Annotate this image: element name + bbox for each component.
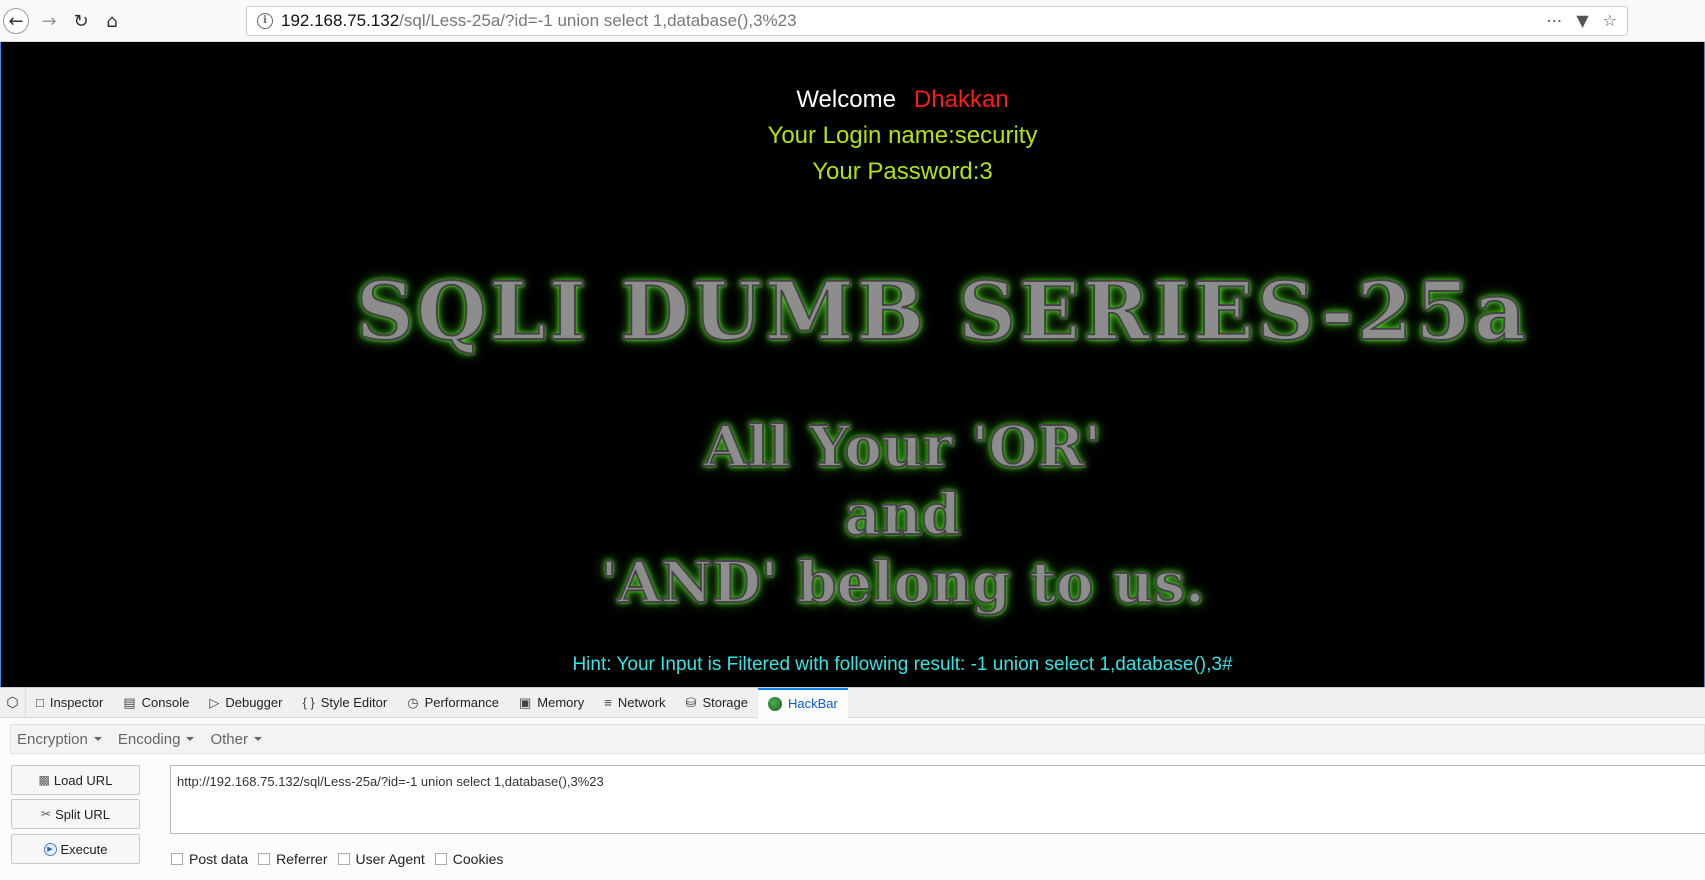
menu-label: Encoding xyxy=(117,730,181,748)
load-url-icon: ▩ xyxy=(38,773,50,787)
button-label: Execute xyxy=(60,841,108,857)
tab-label: Style Editor xyxy=(320,695,388,710)
cookies-checkbox[interactable] xyxy=(434,853,447,865)
option-label: Referrer xyxy=(276,851,328,867)
devtools-panel: ⬡ □ Inspector ▤ Console ▷ Debugger { } Style… xyxy=(0,687,1705,880)
memory-icon: ▣ xyxy=(519,694,532,710)
inspector-icon: □ xyxy=(36,695,44,710)
console-icon: ▤ xyxy=(123,694,136,710)
tab-memory[interactable]: ▣ Memory xyxy=(509,688,594,718)
password-text: Your Password:3 xyxy=(812,158,993,185)
tab-inspector[interactable]: □ Inspector xyxy=(26,688,113,718)
caret-down-icon xyxy=(186,737,195,741)
debugger-icon: ▷ xyxy=(209,694,220,710)
url-host: 192.168.75.132 xyxy=(281,11,400,30)
tab-label: Inspector xyxy=(49,695,104,710)
back-arrow-icon[interactable]: ← xyxy=(3,8,29,34)
option-label: Post data xyxy=(189,851,249,867)
execute-button[interactable]: ▶ Execute xyxy=(11,834,140,864)
performance-icon: ◷ xyxy=(407,694,419,710)
slogan-line-1: All Your 'OR' xyxy=(703,413,1102,481)
ellipsis-icon[interactable]: ⋯ xyxy=(1546,11,1562,30)
cookies-option[interactable]: Cookies xyxy=(434,851,504,867)
welcome-text: Welcome xyxy=(796,86,896,113)
menu-encryption[interactable]: Encryption xyxy=(11,731,108,748)
split-url-button[interactable]: ✂ Split URL xyxy=(11,799,140,829)
caret-down-icon xyxy=(253,737,262,741)
hackbar-options: Post data Referrer User Agent Cookies xyxy=(171,851,513,867)
tab-label: Console xyxy=(141,695,190,710)
series-title: SQLI DUMB SERIES-25a xyxy=(355,263,1529,359)
page-viewport: Welcome Dhakkan Your Login name:security … xyxy=(0,42,1705,687)
devtools-tabs: ⬡ □ Inspector ▤ Console ▷ Debugger { } Style… xyxy=(0,687,1705,718)
slogan-line-2: and xyxy=(843,481,961,549)
network-icon: ≡ xyxy=(604,695,612,710)
user-agent-checkbox[interactable] xyxy=(337,853,350,865)
execute-icon: ▶ xyxy=(43,842,57,856)
tab-label: Performance xyxy=(424,695,499,710)
pocket-icon[interactable]: ▼ xyxy=(1576,11,1588,30)
info-icon[interactable]: i xyxy=(257,13,273,29)
referrer-option[interactable]: Referrer xyxy=(258,851,328,867)
menu-label: Encryption xyxy=(17,730,88,748)
tab-performance[interactable]: ◷ Performance xyxy=(397,688,509,718)
option-label: User Agent xyxy=(355,851,425,867)
home-icon[interactable]: ⌂ xyxy=(99,8,125,34)
braces-icon: { } xyxy=(302,695,315,710)
forward-arrow-icon[interactable]: → xyxy=(36,8,62,34)
hackbar-icon xyxy=(767,696,782,711)
load-url-button[interactable]: ▩ Load URL xyxy=(11,765,140,795)
menu-other[interactable]: Other xyxy=(204,731,268,748)
tab-label: Storage xyxy=(702,695,748,710)
button-label: Split URL xyxy=(55,806,110,822)
reload-icon[interactable]: ↻ xyxy=(68,8,94,34)
user-name: Dhakkan xyxy=(913,86,1009,113)
url-bar[interactable]: i 192.168.75.132/sql/Less-25a/?id=-1 uni… xyxy=(246,6,1628,36)
hackbar-menu: Encryption Encoding Other xyxy=(10,724,1705,754)
url-path: /sql/Less-25a/?id=-1 union select 1,data… xyxy=(399,11,797,30)
tab-hackbar[interactable]: HackBar xyxy=(757,687,848,718)
star-icon[interactable]: ☆ xyxy=(1603,11,1617,30)
button-label: Load URL xyxy=(53,772,113,788)
menu-label: Other xyxy=(210,730,248,748)
tab-label: Debugger xyxy=(225,695,283,710)
tab-label: Network xyxy=(617,695,666,710)
scissors-icon: ✂ xyxy=(41,807,52,821)
element-picker-icon[interactable]: ⬡ xyxy=(0,687,26,718)
welcome-line: Welcome Dhakkan xyxy=(1,86,1704,114)
tab-label: HackBar xyxy=(787,696,838,711)
slogan-line-3: 'AND' belong to us. xyxy=(599,549,1205,617)
hackbar-url-input[interactable]: http://192.168.75.132/sql/Less-25a/?id=-… xyxy=(170,765,1705,834)
storage-icon: ⛁ xyxy=(685,694,697,710)
tab-label: Memory xyxy=(537,695,585,710)
tab-storage[interactable]: ⛁ Storage xyxy=(676,688,758,718)
tab-console[interactable]: ▤ Console xyxy=(113,688,199,718)
option-label: Cookies xyxy=(452,851,504,867)
browser-toolbar: ← → ↻ ⌂ i 192.168.75.132/sql/Less-25a/?i… xyxy=(0,0,1705,42)
referrer-checkbox[interactable] xyxy=(258,853,271,865)
tab-network[interactable]: ≡ Network xyxy=(594,688,675,718)
caret-down-icon xyxy=(93,737,102,741)
post-data-option[interactable]: Post data xyxy=(171,851,248,867)
tab-style-editor[interactable]: { } Style Editor xyxy=(292,688,397,718)
login-name: Your Login name:security xyxy=(767,122,1038,149)
url-text[interactable]: 192.168.75.132/sql/Less-25a/?id=-1 union… xyxy=(281,11,797,31)
tab-debugger[interactable]: ▷ Debugger xyxy=(199,688,292,718)
hint-text: Hint: Your Input is Filtered with follow… xyxy=(572,654,1233,675)
menu-encoding[interactable]: Encoding xyxy=(112,731,201,748)
post-data-checkbox[interactable] xyxy=(171,853,183,865)
user-agent-option[interactable]: User Agent xyxy=(337,851,425,867)
